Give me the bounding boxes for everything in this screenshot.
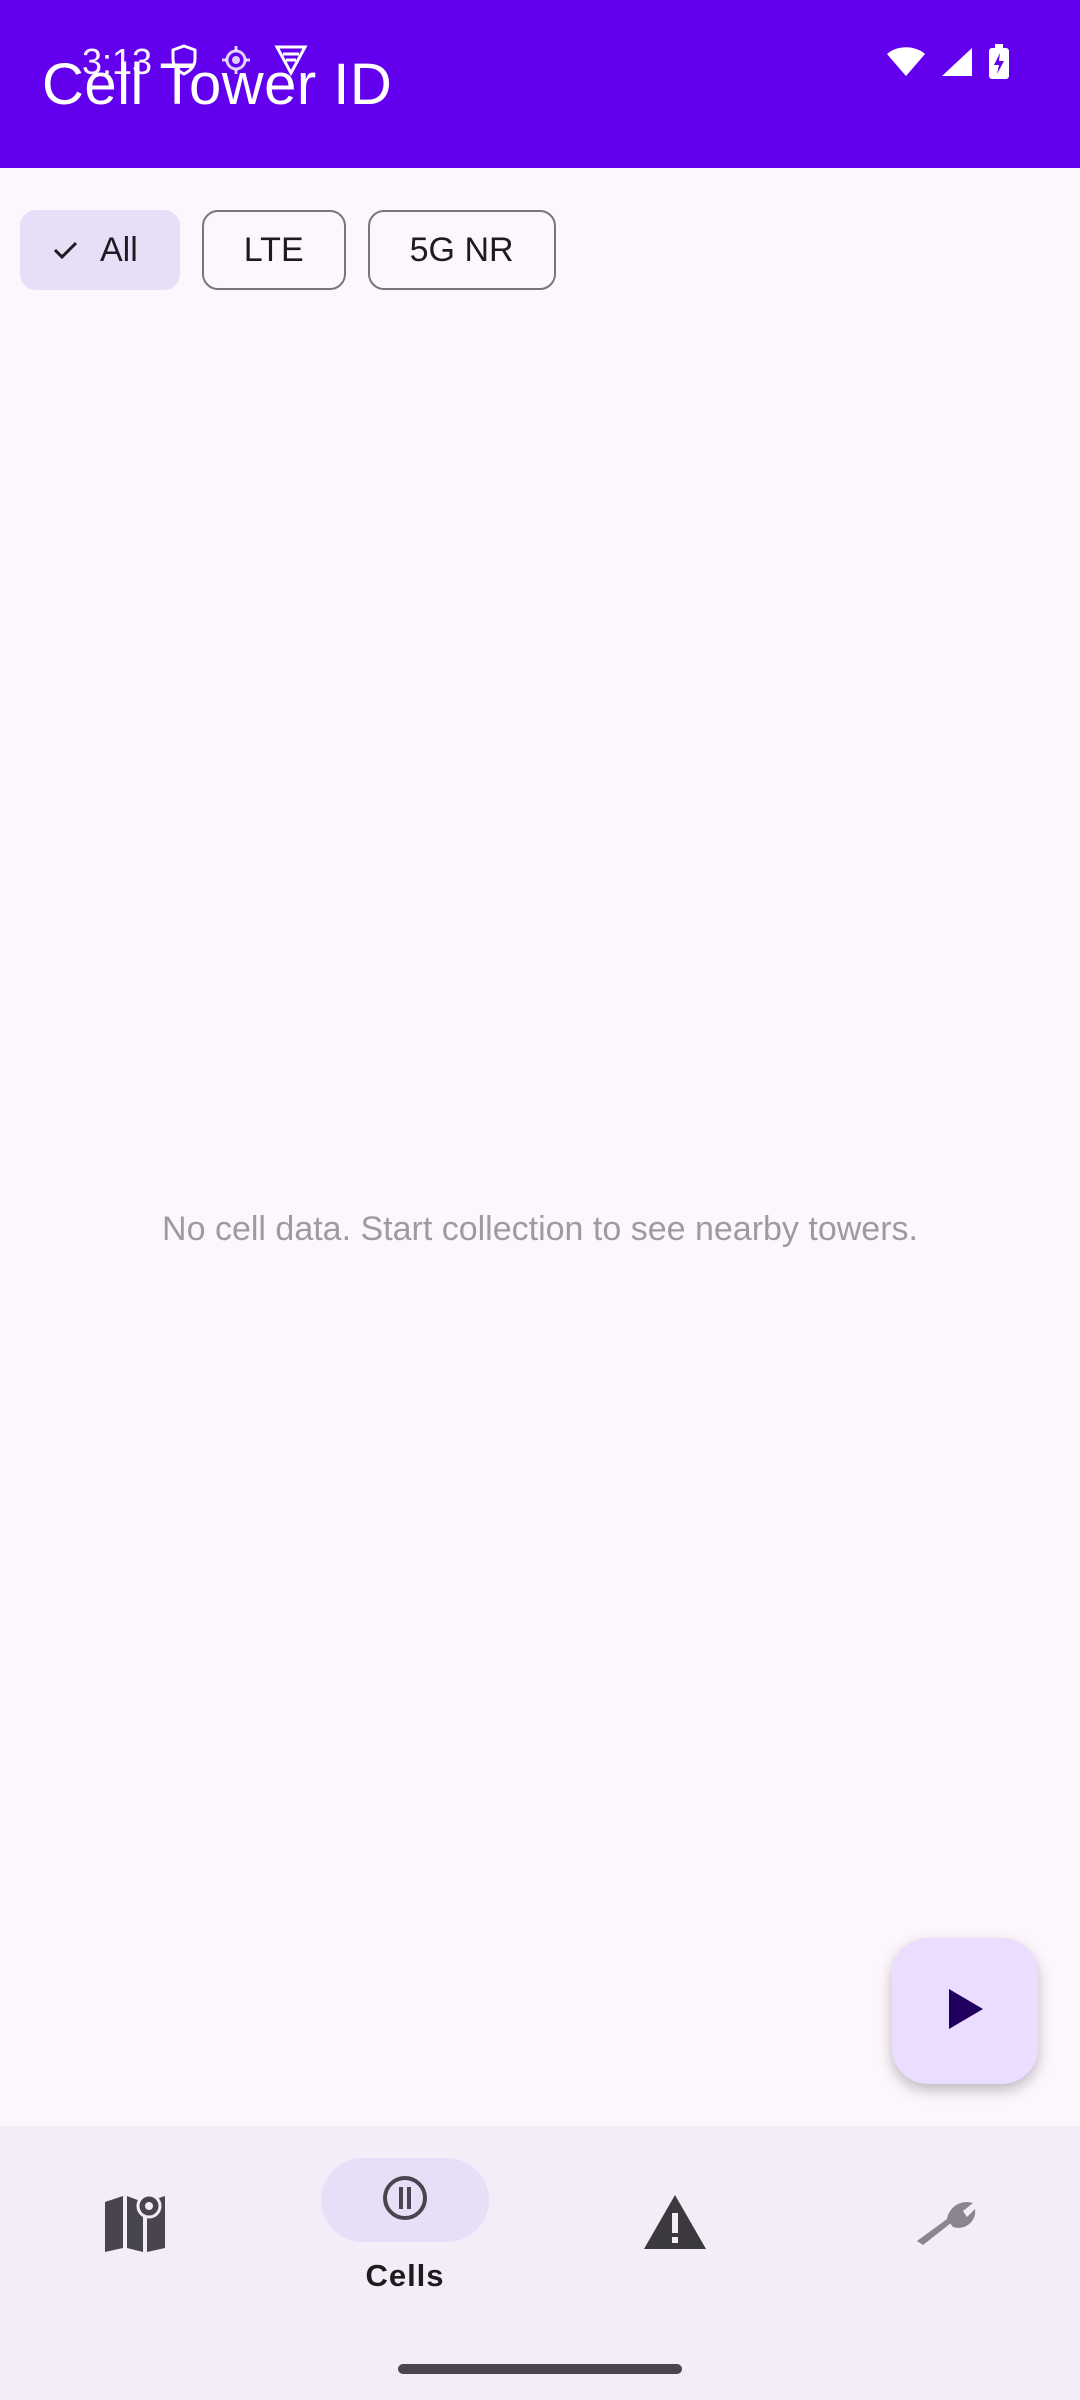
filter-chip-5g-nr[interactable]: 5G NR [367,210,556,290]
nav-item-tools[interactable] [810,2126,1080,2326]
nav-indicator-active [321,2158,489,2242]
play-icon [943,1985,987,2038]
status-time: 3:13 [82,41,153,82]
filter-chip-all[interactable]: All [20,210,180,290]
gesture-navigation-bar[interactable] [398,2364,682,2374]
info-icon [381,2174,429,2227]
cellular-signal-icon [940,46,974,83]
vpn-shield-icon [170,44,198,81]
location-icon [220,44,252,81]
nav-label: Cells [365,2258,445,2293]
start-collection-fab[interactable] [892,1938,1038,2084]
wrench-icon [913,2197,977,2252]
wifi-icon [886,46,926,83]
check-icon [50,235,80,265]
nav-indicator [51,2182,219,2266]
empty-state-message: No cell data. Start collection to see ne… [162,1210,918,1248]
filter-chip-label: All [100,230,138,269]
top-app-bar: Cell Tower ID 3:13 [0,0,1080,168]
nav-indicator [591,2182,759,2266]
app-root: Cell Tower ID 3:13 All LTE 5G NR No cell… [0,0,1080,2400]
filter-chip-lte[interactable]: LTE [201,210,346,290]
nav-item-map[interactable] [0,2126,270,2326]
nav-indicator [861,2182,1029,2266]
filter-chip-label: LTE [243,230,304,269]
battery-charging-icon [988,44,1010,85]
bottom-navigation: Cells [0,2126,1080,2400]
status-icons-left [170,44,308,81]
filter-chips: All LTE 5G NR [20,210,556,290]
status-icons-right [886,44,1010,85]
map-icon [103,2192,167,2257]
nav-item-cells[interactable]: Cells [270,2126,540,2326]
app-notification-icon [274,44,308,81]
warning-icon [642,2193,708,2256]
nav-item-alerts[interactable] [540,2126,810,2326]
filter-chip-label: 5G NR [409,230,514,269]
